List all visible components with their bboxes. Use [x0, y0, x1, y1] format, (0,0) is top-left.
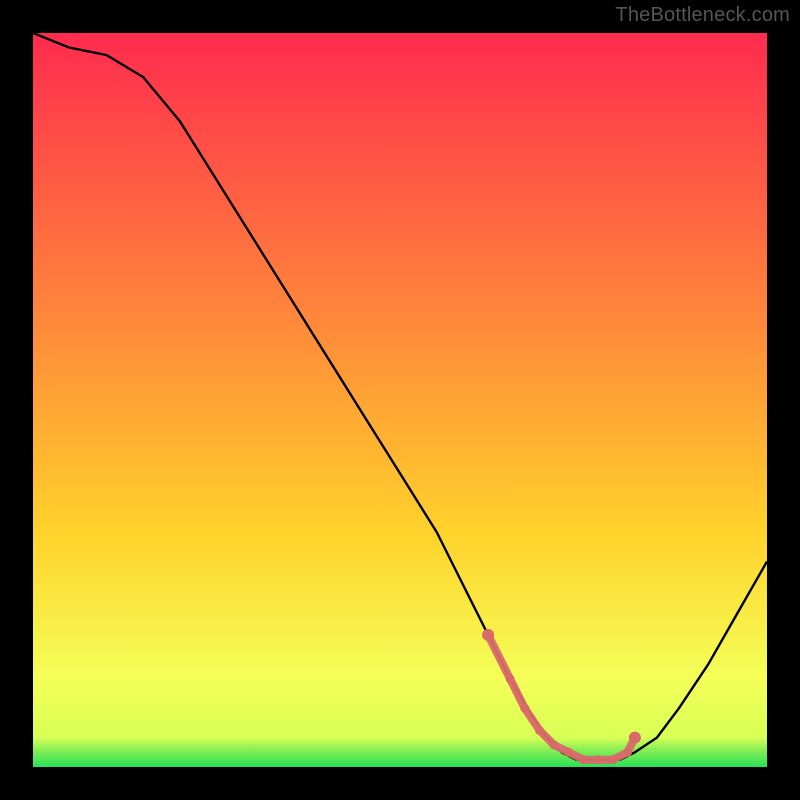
marker-dot [579, 755, 588, 764]
marker-dot [482, 629, 494, 641]
watermark-label: TheBottleneck.com [615, 4, 790, 27]
marker-dot [535, 726, 544, 735]
marker-dot [608, 755, 617, 764]
curve-layer [33, 33, 767, 767]
marker-underlay [488, 635, 635, 760]
marker-dot [550, 741, 559, 750]
chart-frame: TheBottleneck.com [0, 0, 800, 800]
marker-dot [564, 748, 573, 757]
plot-area [33, 33, 767, 767]
marker-dot [506, 674, 515, 683]
marker-dot [623, 748, 632, 757]
marker-dot [594, 755, 603, 764]
bottleneck-curve [33, 33, 767, 760]
marker-dot [520, 704, 529, 713]
marker-dot [629, 732, 641, 744]
marker-group [482, 629, 641, 764]
